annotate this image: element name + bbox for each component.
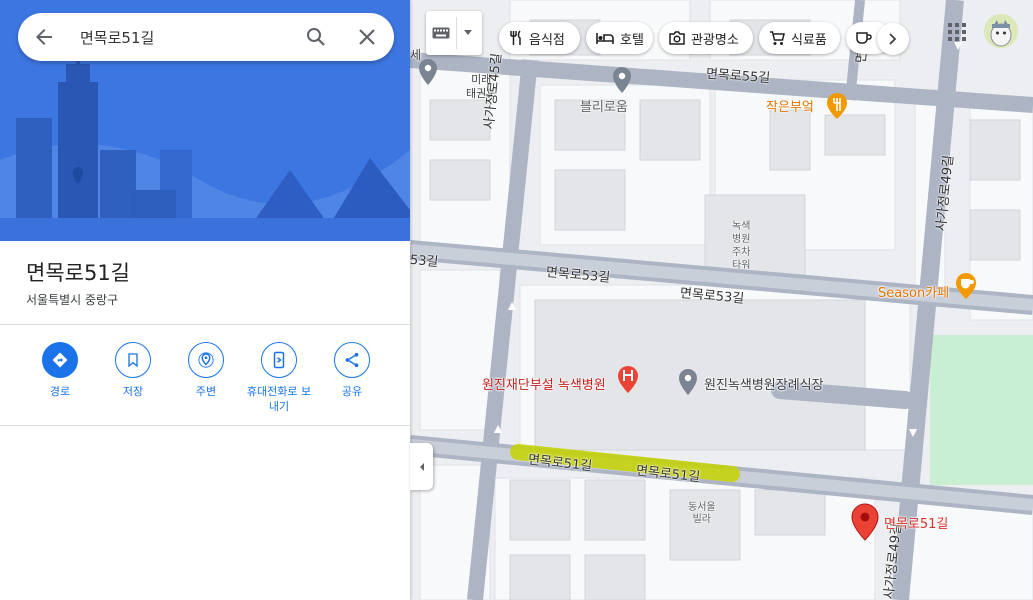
map-label-parking-tower[interactable]: 녹색 병원 주차 타워	[732, 220, 750, 272]
location-pin-icon[interactable]	[851, 503, 879, 541]
input-tools-button[interactable]	[426, 11, 482, 55]
map-label-bullirowoom[interactable]: 블리로움	[580, 96, 628, 115]
hotel-icon	[596, 33, 614, 44]
send-to-phone-icon	[273, 351, 285, 369]
send-to-phone-button[interactable]: 휴대전화로 보내기	[242, 342, 316, 414]
send-to-phone-label: 휴대전화로 보내기	[246, 385, 312, 413]
share-icon	[345, 352, 359, 368]
cart-icon	[770, 30, 785, 45]
map-label-funeral-hall[interactable]: 원진녹색병원장례식장	[704, 374, 824, 393]
keyboard-icon	[432, 27, 450, 39]
chip-restaurant-label: 음식점	[529, 32, 565, 48]
chip-grocery-label: 식료품	[791, 32, 827, 48]
poi-pin-icon[interactable]	[612, 66, 632, 94]
nearby-icon	[198, 352, 214, 368]
search-input[interactable]	[80, 25, 290, 49]
nearby-button[interactable]: 주변	[169, 342, 243, 399]
chevron-left-icon	[419, 462, 424, 471]
map-label-dongseo-villa[interactable]: 동서울 빌라	[688, 502, 716, 526]
chevron-down-icon[interactable]	[463, 29, 473, 37]
map-label-pin[interactable]: 면목로51길	[884, 513, 948, 532]
share-button[interactable]: 공유	[315, 342, 389, 399]
map-canvas[interactable]: 미래 태권도 블리로움 작은부엌 면목로55길 면목로53길 면목로53길 53…	[410, 0, 1033, 600]
chip-attractions[interactable]: 관광명소	[659, 22, 753, 54]
back-arrow-icon[interactable]	[32, 25, 56, 49]
chips-next-button[interactable]	[877, 23, 909, 55]
directions-label: 경로	[49, 385, 71, 398]
directions-icon	[52, 352, 68, 368]
chip-attractions-label: 관광명소	[691, 32, 739, 48]
camera-icon	[669, 31, 685, 45]
chevron-right-icon	[889, 33, 897, 45]
hospital-poi-icon[interactable]	[617, 365, 639, 395]
map-label-jakeunbueok[interactable]: 작은부엌	[766, 96, 814, 115]
map-label-season-cafe[interactable]: Season카페	[878, 282, 949, 301]
share-label: 공유	[341, 385, 363, 398]
save-button[interactable]: 저장	[96, 342, 170, 399]
chip-restaurant[interactable]: 음식점	[499, 22, 580, 54]
search-box	[18, 13, 394, 61]
avatar-icon	[984, 14, 1018, 48]
cafe-poi-icon[interactable]	[955, 272, 977, 300]
chip-hotel-label: 호텔	[620, 32, 644, 48]
directions-button[interactable]: 경로	[23, 342, 97, 399]
restaurant-icon	[510, 30, 521, 45]
poi-pin-icon[interactable]	[678, 368, 698, 396]
road-label-53-edge: 53길	[410, 252, 439, 271]
divider	[0, 324, 410, 325]
place-panel: 면목로51길 서울특별시 중랑구 경로 저장 주변	[0, 0, 410, 600]
save-label: 저장	[122, 385, 144, 398]
coffee-icon	[856, 32, 872, 44]
account-avatar[interactable]	[984, 14, 1018, 48]
bookmark-icon	[128, 353, 138, 368]
place-title: 면목로51길	[26, 261, 131, 285]
chip-hotel[interactable]: 호텔	[586, 22, 653, 54]
map-label-edge-left: 세	[410, 48, 422, 62]
apps-grid-icon[interactable]	[946, 21, 968, 43]
map-label-green-hospital[interactable]: 원진재단부설 녹색병원	[482, 374, 606, 393]
divider	[0, 425, 410, 426]
collapse-panel-button[interactable]	[410, 443, 433, 490]
close-icon[interactable]	[355, 25, 379, 49]
nearby-label: 주변	[195, 385, 217, 398]
restaurant-poi-icon[interactable]	[826, 92, 848, 120]
place-address: 서울특별시 중랑구	[26, 293, 119, 307]
chip-grocery[interactable]: 식료품	[759, 22, 840, 54]
search-icon[interactable]	[304, 25, 328, 49]
